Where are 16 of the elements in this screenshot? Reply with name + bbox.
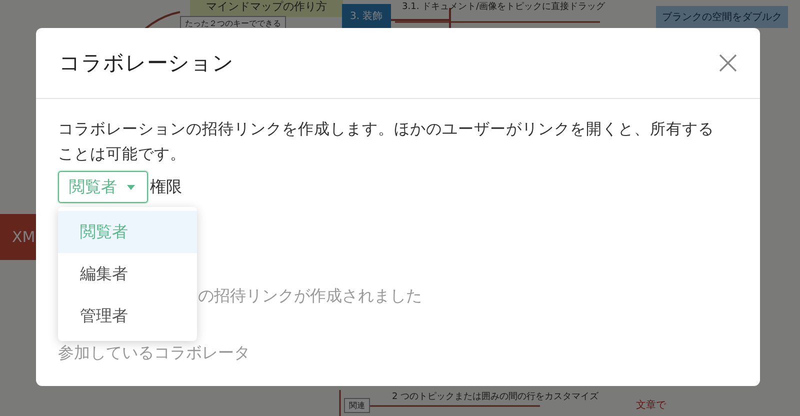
permission-label: 権限 [150,176,182,198]
mind-map-topic: マインドマップの作り方 [190,0,343,17]
mind-map-topic: 2 つのトピックまたは囲みの間の行をカスタマイズ [391,390,600,404]
caret-icon [127,184,135,190]
status-text: の招待リンクが作成されました [198,286,423,307]
mind-map-topic: 関連 [344,398,370,413]
mind-map-topic: ブランクの空間をダブルク [656,6,788,28]
collaborators-heading: 参加しているコラボレータ [58,343,251,364]
mind-map-topic: 3.1. ドキュメント/画像をトピックに直接ドラッグ [401,0,606,14]
role-option[interactable]: 編集者 [58,253,197,295]
mind-map-topic: 文章で [636,398,666,412]
dialog-title: コラボレーション [59,50,234,77]
mind-map-topic: 3. 装飾 [342,4,391,28]
close-icon[interactable] [719,54,737,72]
role-option[interactable]: 管理者 [58,295,197,337]
description-text: コラボレーションの招待リンクを作成します。ほかのユーザーがリンクを開くと、所有することは可能です。 [58,119,715,165]
